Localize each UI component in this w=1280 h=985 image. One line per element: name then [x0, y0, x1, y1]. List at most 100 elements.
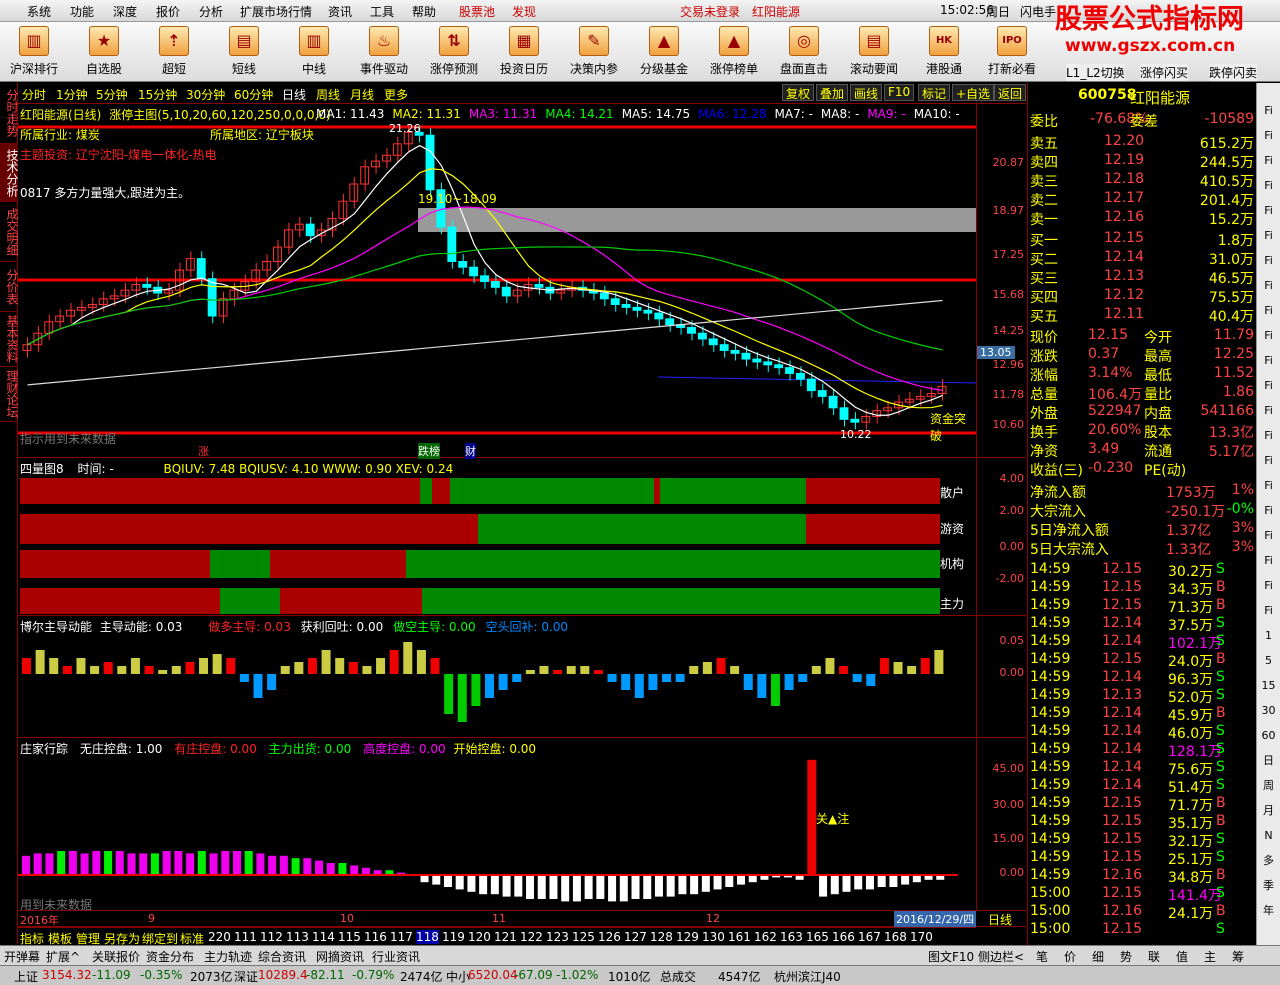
left-tab-1[interactable]: 技术分析	[0, 144, 19, 202]
status-btn-b6[interactable]: 网摘资讯	[316, 948, 364, 965]
left-tab-2[interactable]: 成交明细	[0, 202, 19, 262]
status-btn-r8[interactable]: 值	[1176, 948, 1188, 965]
period-4[interactable]: 30分钟	[186, 86, 225, 103]
status-btn-r3[interactable]: 笔	[1036, 948, 1048, 965]
right-bar-btn-4[interactable]: Fi	[1258, 201, 1279, 221]
period-tool-4[interactable]: 标记	[918, 84, 951, 101]
right-bar-btn-31[interactable]: 季	[1258, 876, 1279, 896]
four-volume-chart[interactable]	[18, 458, 976, 616]
right-bar-btn-9[interactable]: Fi	[1258, 326, 1279, 346]
indicator-tab-17[interactable]: 121	[494, 930, 517, 944]
right-bar-btn-16[interactable]: Fi	[1258, 501, 1279, 521]
toolbar-btn-5[interactable]: ♨ 事件驱动	[356, 24, 412, 80]
menu-item-5[interactable]: 扩展市场行情	[240, 3, 312, 20]
status-btn-b5[interactable]: 综合资讯	[258, 948, 306, 965]
period-1[interactable]: 1分钟	[56, 86, 88, 103]
left-tab-5[interactable]: 理财论坛	[0, 367, 19, 422]
toolbar-btn-6[interactable]: ⇅ 涨停预测	[426, 24, 482, 80]
indicator-tab-16[interactable]: 120	[468, 930, 491, 944]
right-bar-btn-0[interactable]: Fi	[1258, 101, 1279, 121]
indicator-tab-24[interactable]: 129	[676, 930, 699, 944]
toolbar-btn-2[interactable]: ⇡ 超短	[146, 24, 202, 80]
right-bar-btn-13[interactable]: Fi	[1258, 426, 1279, 446]
indicator-tab-25[interactable]: 130	[702, 930, 725, 944]
right-bar-btn-27[interactable]: 周	[1258, 776, 1279, 796]
indicator-tab-10[interactable]: 114	[312, 930, 335, 944]
indicator-tab-12[interactable]: 116	[364, 930, 387, 944]
right-bar-btn-8[interactable]: Fi	[1258, 301, 1279, 321]
indicator-tab-29[interactable]: 165	[806, 930, 829, 944]
period-tool-2[interactable]: 画线	[850, 84, 883, 101]
indicator-tab-15[interactable]: 119	[442, 930, 465, 944]
menu-item-9[interactable]: 股票池	[459, 3, 495, 20]
status-btn-left[interactable]: 开弹幕	[4, 948, 40, 965]
right-bar-btn-6[interactable]: Fi	[1258, 251, 1279, 271]
right-bar-btn-14[interactable]: Fi	[1258, 451, 1279, 471]
menu-item-1[interactable]: 功能	[70, 3, 94, 20]
toolbar-btn-9[interactable]: ▲ 分级基金	[636, 24, 692, 80]
period-tool-1[interactable]: 叠加	[816, 84, 849, 101]
right-bar-btn-28[interactable]: 月	[1258, 801, 1279, 821]
indicator-tab-8[interactable]: 112	[260, 930, 283, 944]
toolbar-extra-1[interactable]: 涨停闪买	[1140, 64, 1189, 81]
left-tab-0[interactable]: 分时走势	[0, 82, 19, 144]
status-btn-b4[interactable]: 主力轨迹	[204, 948, 252, 965]
indicator-tab-14[interactable]: 118	[416, 930, 439, 944]
period-8[interactable]: 月线	[350, 86, 374, 103]
right-bar-btn-23[interactable]: 15	[1258, 676, 1279, 696]
toolbar-btn-8[interactable]: ✎ 决策内参	[566, 24, 622, 80]
indicator-tab-19[interactable]: 123	[546, 930, 569, 944]
status-btn-r4[interactable]: 价	[1064, 948, 1076, 965]
toolbar-btn-11[interactable]: ◎ 盘面直击	[776, 24, 832, 80]
status-btn-r9[interactable]: 主	[1204, 948, 1216, 965]
right-bar-btn-25[interactable]: 60	[1258, 726, 1279, 746]
right-bar-btn-24[interactable]: 30	[1258, 701, 1279, 721]
left-tab-3[interactable]: 分价表	[0, 262, 19, 312]
period-3[interactable]: 15分钟	[138, 86, 177, 103]
toolbar-btn-10[interactable]: ▲ 涨停榜单	[706, 24, 762, 80]
status-btn-b1[interactable]: 扩展^	[46, 948, 80, 965]
period-tool-5[interactable]: +自选	[952, 84, 995, 101]
right-bar-btn-30[interactable]: 多	[1258, 851, 1279, 871]
menu-item-10[interactable]: 发现	[512, 3, 536, 20]
period-tool-0[interactable]: 复权	[782, 84, 815, 101]
menu-item-4[interactable]: 分析	[199, 3, 223, 20]
right-bar-btn-21[interactable]: 1	[1258, 626, 1279, 646]
toolbar-btn-13[interactable]: HK 港股通	[916, 24, 972, 80]
period-7[interactable]: 周线	[316, 86, 340, 103]
toolbar-extra-2[interactable]: 跌停闪卖	[1209, 64, 1258, 81]
period-5[interactable]: 60分钟	[234, 86, 273, 103]
right-bar-btn-29[interactable]: N	[1258, 826, 1279, 846]
period-tool-3[interactable]: F10	[884, 84, 915, 101]
indicator-tab-30[interactable]: 166	[832, 930, 855, 944]
right-bar-btn-3[interactable]: Fi	[1258, 176, 1279, 196]
status-btn-b7[interactable]: 行业资讯	[372, 948, 420, 965]
flash-trade[interactable]: 闪电手	[1020, 3, 1056, 20]
toolbar-btn-7[interactable]: ▦ 投资日历	[496, 24, 552, 80]
right-bar-btn-11[interactable]: Fi	[1258, 376, 1279, 396]
toolbar-btn-0[interactable]: ▥ 沪深排行	[6, 24, 62, 80]
indicator-tab-23[interactable]: 128	[650, 930, 673, 944]
menu-item-2[interactable]: 深度	[113, 3, 137, 20]
right-bar-btn-1[interactable]: Fi	[1258, 126, 1279, 146]
period-9[interactable]: 更多	[384, 86, 408, 103]
right-bar-btn-17[interactable]: Fi	[1258, 526, 1279, 546]
indicator-tab-33[interactable]: 170	[910, 930, 933, 944]
indicator-tab-28[interactable]: 163	[780, 930, 803, 944]
indicator-tab-6[interactable]: 220	[208, 930, 231, 944]
period-6[interactable]: 日线	[282, 86, 306, 103]
toolbar-btn-14[interactable]: IPO 打新必看	[984, 24, 1040, 80]
right-bar-btn-20[interactable]: Fi	[1258, 601, 1279, 621]
right-bar-btn-26[interactable]: 日	[1258, 751, 1279, 771]
status-btn-r1[interactable]: 图文F10	[928, 948, 974, 965]
status-btn-r7[interactable]: 联	[1148, 948, 1160, 965]
menu-item-6[interactable]: 资讯	[328, 3, 352, 20]
right-bar-btn-10[interactable]: Fi	[1258, 351, 1279, 371]
toolbar-btn-1[interactable]: ★ 自选股	[76, 24, 132, 80]
indicator-tab-11[interactable]: 115	[338, 930, 361, 944]
toolbar-btn-12[interactable]: ▤ 滚动要闻	[846, 24, 902, 80]
indicator-tab-18[interactable]: 122	[520, 930, 543, 944]
indicator-tab-7[interactable]: 111	[234, 930, 257, 944]
indicator-tab-27[interactable]: 162	[754, 930, 777, 944]
menu-item-8[interactable]: 帮助	[412, 3, 436, 20]
